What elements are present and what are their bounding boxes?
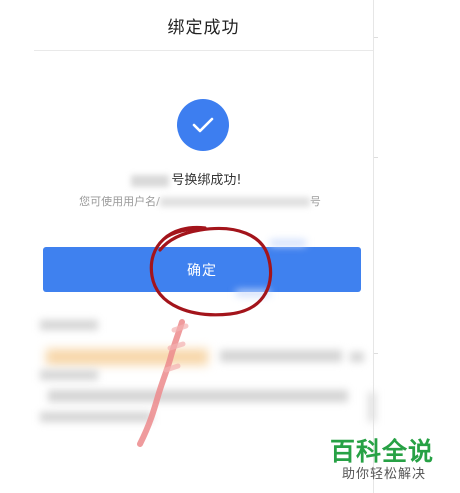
redacted-text <box>131 174 170 187</box>
redacted-text <box>236 290 270 296</box>
redacted-text <box>270 240 306 246</box>
redacted-text <box>40 412 152 422</box>
watermark-subtitle: 助你轻松解决 <box>342 467 427 482</box>
redacted-text <box>48 390 348 402</box>
redacted-text <box>368 392 376 422</box>
check-icon-glyph <box>192 117 214 133</box>
confirm-button[interactable]: 确定 <box>43 247 361 292</box>
success-message-text: 号换绑成功! <box>171 173 242 188</box>
page-title: 绑定成功 <box>167 17 240 38</box>
redacted-text <box>350 352 364 362</box>
divider-tick <box>374 157 378 158</box>
divider-tick <box>374 353 378 354</box>
success-message: 号换绑成功! <box>0 169 373 188</box>
check-icon <box>177 99 229 151</box>
confirm-button-label: 确定 <box>187 262 217 279</box>
redacted-text <box>159 197 310 207</box>
divider-tick <box>374 37 378 38</box>
redacted-text <box>40 370 98 380</box>
redacted-text <box>220 350 342 362</box>
login-hint-suffix: 号 <box>309 195 321 208</box>
redacted-text <box>40 320 98 330</box>
login-hint-prefix: 您可使用用户名/ <box>79 195 160 208</box>
page: 绑定成功 号换绑成功! 您可使用用户名/号 确定 百科全说 助你轻松解决 <box>0 0 460 493</box>
page-header: 绑定成功 <box>34 0 373 51</box>
redacted-highlight <box>46 349 208 365</box>
login-hint: 您可使用用户名/号 <box>0 193 400 209</box>
